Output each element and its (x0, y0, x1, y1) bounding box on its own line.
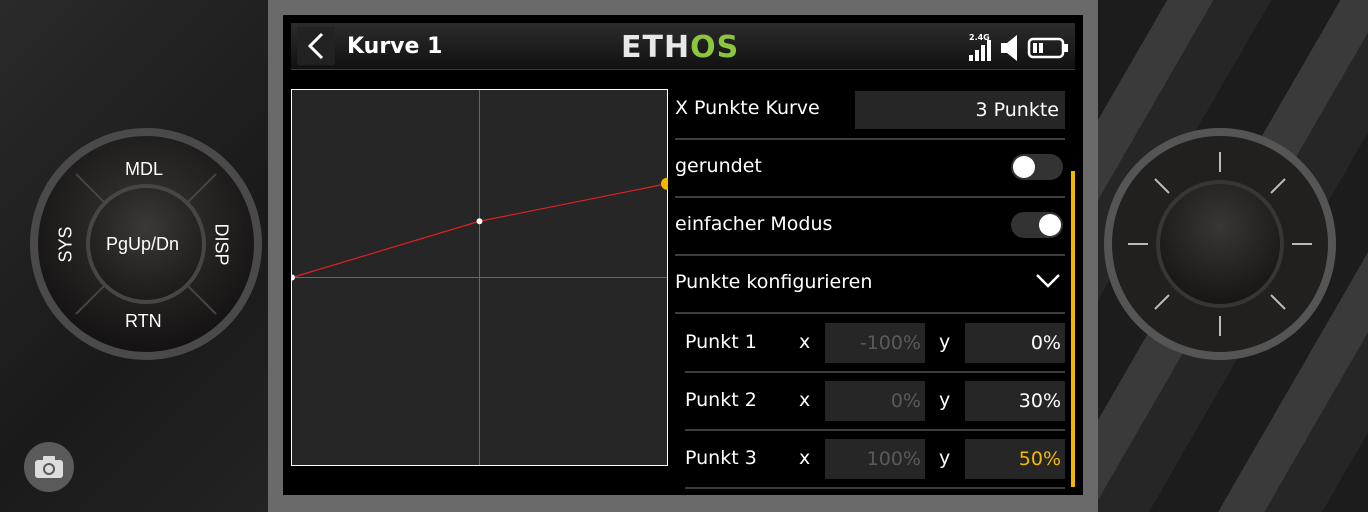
camera-icon (35, 456, 63, 478)
point-row: Punkt 1 x -100% y 0% (685, 315, 1065, 373)
sys-key[interactable]: SYS (56, 226, 77, 262)
chevron-left-icon (307, 32, 324, 60)
configure-points-label: Punkte konfigurieren (675, 271, 873, 293)
chevron-down-icon (1036, 274, 1060, 288)
point-x-value[interactable]: -100% (825, 323, 925, 363)
points-count-label: X Punkte Kurve (675, 97, 820, 119)
point-x-value[interactable]: 100% (825, 439, 925, 479)
page-up-down-key[interactable]: PgUp/Dn (106, 234, 179, 255)
point-x-value[interactable]: 0% (825, 381, 925, 421)
rtn-key[interactable]: RTN (125, 311, 162, 332)
smooth-row: gerundet (675, 139, 1065, 198)
point-y-value-active[interactable]: 50% (965, 439, 1065, 479)
screenshot-button[interactable] (24, 442, 74, 492)
easy-mode-label: einfacher Modus (675, 213, 833, 235)
toggle-knob (1013, 156, 1035, 178)
logo-text-left: ETH (621, 30, 691, 65)
toggle-knob (1039, 214, 1061, 236)
curve-chart-svg (289, 89, 673, 466)
back-button[interactable] (297, 27, 335, 65)
page-title: Kurve 1 (347, 34, 443, 59)
curve-point[interactable] (476, 218, 483, 225)
x-axis-label: x (799, 389, 811, 411)
radio-screen: Kurve 1 ETHOS 2.4G X Punkte Kurve 3 Punk… (283, 15, 1083, 495)
point-label: Punkt 1 (685, 331, 757, 353)
mdl-key[interactable]: MDL (125, 159, 163, 180)
easy-mode-row: einfacher Modus (675, 197, 1065, 256)
point-label: Punkt 3 (685, 447, 757, 469)
smooth-label: gerundet (675, 155, 762, 177)
scrollbar[interactable] (1071, 171, 1075, 487)
points-count-select[interactable]: 3 Punkte (855, 91, 1065, 129)
y-axis-label: y (939, 331, 951, 353)
status-area: 2.4G (961, 33, 1071, 63)
navigation-keypad: MDL RTN SYS DISP PgUp/Dn (28, 126, 264, 362)
logo-text-right: OS (690, 30, 740, 65)
y-axis-label: y (939, 447, 951, 469)
battery-icon (1027, 37, 1068, 59)
point-row: Punkt 2 x 0% y 30% (685, 373, 1065, 431)
disp-key[interactable]: DISP (211, 223, 232, 265)
point-row: Punkt 3 x 100% y 50% (685, 431, 1065, 489)
easy-mode-toggle[interactable] (1011, 212, 1063, 238)
ethos-logo: ETHOS (621, 30, 739, 65)
smooth-toggle[interactable] (1011, 154, 1063, 180)
curve-chart[interactable] (289, 89, 673, 466)
speaker-icon (1001, 35, 1017, 61)
x-axis-label: x (799, 447, 811, 469)
configure-points-row[interactable]: Punkte konfigurieren (675, 255, 1065, 314)
rotary-encoder[interactable] (1102, 126, 1338, 362)
point-y-value[interactable]: 30% (965, 381, 1065, 421)
x-axis-label: x (799, 331, 811, 353)
point-y-value[interactable]: 0% (965, 323, 1065, 363)
rotary-encoder-graphic (1104, 128, 1336, 360)
point-label: Punkt 2 (685, 389, 757, 411)
points-count-row: X Punkte Kurve 3 Punkte (675, 81, 1065, 140)
y-axis-label: y (939, 389, 951, 411)
title-bar: Kurve 1 ETHOS 2.4G (291, 23, 1075, 70)
